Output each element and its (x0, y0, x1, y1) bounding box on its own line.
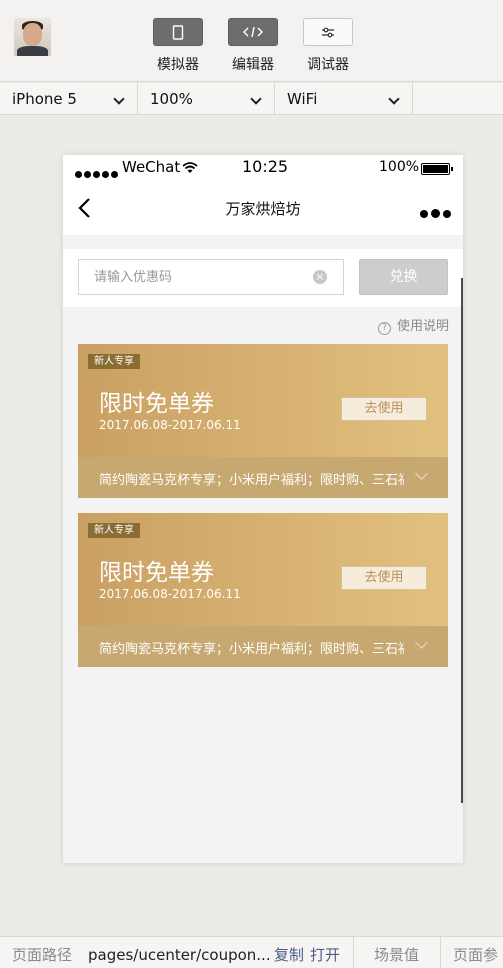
coupon-badge: 新人专享 (88, 354, 140, 369)
copy-link[interactable]: 复制 (274, 937, 304, 968)
coupon-date: 2017.06.08-2017.06.11 (99, 418, 241, 432)
avatar[interactable] (14, 18, 51, 56)
coupon-card[interactable]: 新人专享 限时免单券 2017.06.08-2017.06.11 去使用 简约陶… (78, 344, 448, 498)
usage-help-label: 使用说明 (396, 319, 449, 334)
coupon-badge: 新人专享 (88, 523, 140, 538)
sliders-icon[interactable] (303, 18, 353, 46)
devtools-toolbar: 模拟器 编辑器 调试器 (0, 0, 503, 82)
wifi-icon (182, 160, 198, 178)
coupon-code-input[interactable] (78, 259, 344, 295)
status-time: 10:25 (242, 157, 289, 176)
coupon-date: 2017.06.08-2017.06.11 (99, 587, 241, 601)
phone-simulator: WeChat 10:25 100% 万家烘焙坊 × 兑换 ? 使用说明 新人专享 … (63, 155, 463, 863)
editor-label: 编辑器 (232, 57, 274, 73)
clear-icon[interactable]: × (313, 270, 327, 284)
signal-icon (75, 164, 120, 182)
coupon-title: 限时免单券 (99, 560, 214, 586)
page-path-value: pages/ucenter/coupon... (88, 946, 271, 964)
scene-label: 场景值 (374, 946, 420, 964)
device-value: iPhone 5 (12, 90, 77, 108)
coupon-scope-toggle[interactable]: 简约陶瓷马克杯专享；小米用户福利；限时购、三石福 (78, 457, 448, 498)
scrollbar[interactable] (461, 278, 463, 803)
more-icon[interactable] (417, 203, 451, 222)
use-coupon-button[interactable]: 去使用 (341, 397, 427, 421)
chevron-down-icon (113, 93, 125, 105)
network-select[interactable]: WiFi (275, 83, 413, 115)
chevron-down-icon (250, 93, 262, 105)
simulator-label: 模拟器 (157, 57, 199, 73)
zoom-value: 100% (150, 90, 193, 108)
network-value: WiFi (287, 90, 318, 108)
use-coupon-button[interactable]: 去使用 (341, 566, 427, 590)
coupon-scope: 简约陶瓷马克杯专享；小米用户福利；限时购、三石福 (99, 642, 404, 657)
page-title: 万家烘焙坊 (225, 200, 301, 218)
coupon-scope: 简约陶瓷马克杯专享；小米用户福利；限时购、三石福 (99, 473, 404, 488)
coupon-title: 限时免单券 (99, 391, 214, 417)
carrier-name: WeChat (122, 158, 181, 176)
open-link[interactable]: 打开 (310, 937, 340, 968)
debugger-tool[interactable]: 调试器 (298, 18, 358, 74)
device-bar: iPhone 5 100% WiFi (0, 83, 503, 115)
status-bar: WeChat 10:25 100% (63, 155, 463, 181)
usage-help-link[interactable]: ? 使用说明 (377, 315, 449, 335)
simulator-tool[interactable]: 模拟器 (148, 18, 208, 74)
debugger-label: 调试器 (307, 57, 349, 73)
editor-tool[interactable]: 编辑器 (223, 18, 283, 74)
redeem-section: × 兑换 (63, 249, 463, 307)
battery-percent: 100% (379, 159, 420, 175)
bottom-bar: 页面路径 pages/ucenter/coupon... 复制 打开 场景值 页… (0, 936, 503, 968)
coupon-scope-toggle[interactable]: 简约陶瓷马克杯专享；小米用户福利；限时购、三石福 (78, 626, 448, 667)
nav-bar: 万家烘焙坊 (63, 181, 463, 235)
battery-icon (421, 163, 453, 175)
question-icon: ? (377, 322, 391, 335)
redeem-button[interactable]: 兑换 (359, 259, 448, 295)
device-select[interactable]: iPhone 5 (0, 83, 138, 115)
chevron-down-icon[interactable] (415, 636, 428, 649)
zoom-select[interactable]: 100% (138, 83, 275, 115)
chevron-down-icon (388, 93, 400, 105)
code-icon[interactable] (228, 18, 278, 46)
page-path-label: 页面路径 (12, 946, 73, 964)
phone-icon[interactable] (153, 18, 203, 46)
page-params-label: 页面参数 (453, 946, 499, 964)
coupon-card[interactable]: 新人专享 限时免单券 2017.06.08-2017.06.11 去使用 简约陶… (78, 513, 448, 667)
chevron-down-icon[interactable] (415, 467, 428, 480)
